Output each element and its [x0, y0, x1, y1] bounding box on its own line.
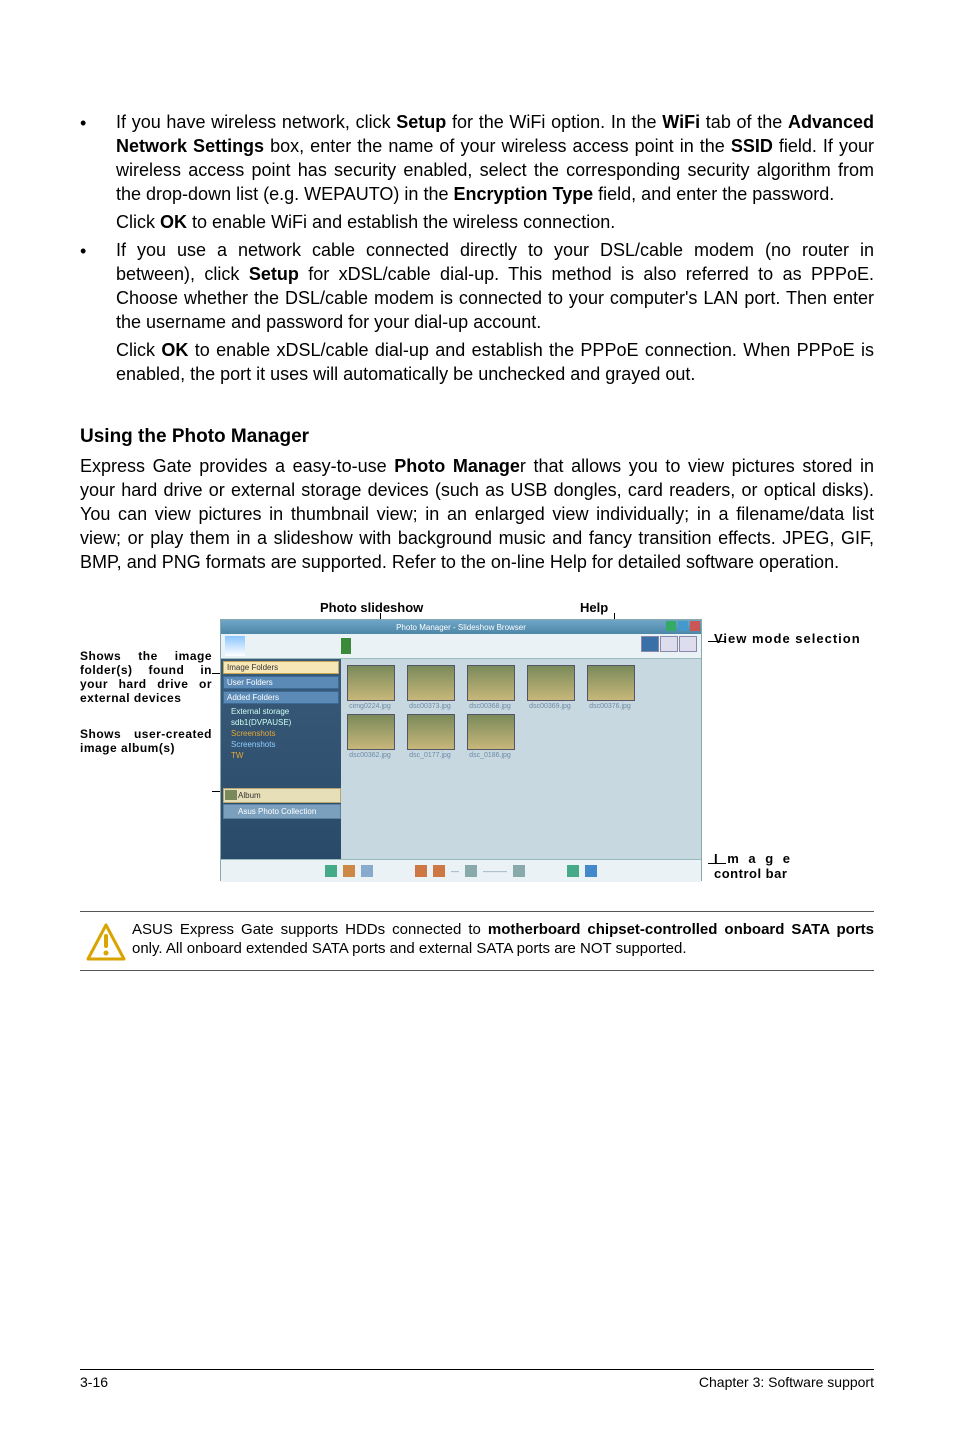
thumbnail-image [407, 665, 455, 701]
album-thumb-icon [225, 790, 237, 800]
album-item[interactable]: Asus Photo Collection [223, 804, 341, 819]
bullet-dot: • [80, 110, 116, 234]
label-photo-slideshow: Photo slideshow [320, 600, 580, 615]
slider[interactable]: ——— [483, 867, 507, 876]
thumbnail[interactable]: cimg0224.jpg [347, 665, 393, 710]
thumbnail[interactable]: dsc00369.jpg [527, 665, 573, 710]
photo-manager-window: Photo Manager - Slideshow Browser [220, 619, 702, 881]
window-controls[interactable] [665, 620, 701, 632]
thumbnail-image [587, 665, 635, 701]
sidebar: Image Folders User Folders Added Folders… [221, 659, 341, 859]
thumbnail-image [347, 665, 395, 701]
warning-icon [80, 920, 132, 962]
tool-icon[interactable] [361, 865, 373, 877]
label-help: Help [580, 600, 760, 615]
sidebar-header-user-folders[interactable]: User Folders [223, 676, 339, 689]
thumbnail-image [467, 665, 515, 701]
sidebar-header-added-folders[interactable]: Added Folders [223, 691, 339, 704]
maximize-icon[interactable] [678, 621, 688, 631]
thumbnail-caption: dsc00362.jpg [347, 752, 393, 759]
sidebar-item-external[interactable]: External storage [223, 706, 339, 717]
bullet-2-main: If you use a network cable connected dir… [116, 240, 874, 332]
zoom-in-icon[interactable] [513, 865, 525, 877]
thumbnail-caption: dsc00373.jpg [407, 703, 453, 710]
next-icon[interactable] [585, 865, 597, 877]
album-label: Asus Photo Collection [238, 807, 316, 816]
section-title: Using the Photo Manager [80, 426, 874, 448]
rotate-left-icon[interactable] [415, 865, 427, 877]
album-label: Album [238, 791, 261, 800]
tool-icon[interactable] [343, 865, 355, 877]
thumb-row: dsc00362.jpg dsc_0177.jpg dsc_0186.jpg [347, 714, 695, 759]
thumbnail-image [527, 665, 575, 701]
thumbnail-grid: cimg0224.jpg dsc00373.jpg dsc00368.jpg dsc0… [341, 659, 701, 859]
rotate-right-icon[interactable] [433, 865, 445, 877]
prev-icon[interactable] [567, 865, 579, 877]
view-detail-icon[interactable] [679, 636, 697, 652]
sidebar-item-screenshots2[interactable]: Screenshots [223, 739, 339, 750]
window-title: Photo Manager - Slideshow Browser [396, 623, 526, 632]
bullet-1-sub: Click OK to enable WiFi and establish th… [116, 210, 874, 234]
thumbnail-caption: dsc_0177.jpg [407, 752, 453, 759]
thumbnail-image [467, 714, 515, 750]
tool-icon[interactable] [325, 865, 337, 877]
zoom-out-icon[interactable] [465, 865, 477, 877]
label-image-control: I m a g e control bar [714, 851, 793, 881]
label-image-folders: Shows the image folder(s) found in your … [80, 649, 212, 705]
thumbnail-image [407, 714, 455, 750]
bullet-1-main: If you have wireless network, click Setu… [116, 112, 874, 204]
thumbnail-caption: dsc00376.jpg [587, 703, 633, 710]
image-control-bar[interactable]: — ——— [221, 859, 701, 882]
page-number: 3-16 [80, 1374, 108, 1390]
album-list: Album Asus Photo Collection [223, 788, 341, 820]
thumbnail[interactable]: dsc00376.jpg [587, 665, 633, 710]
slideshow-icon[interactable] [341, 638, 351, 654]
thumbnail[interactable]: dsc00373.jpg [407, 665, 453, 710]
note-box: ASUS Express Gate supports HDDs connecte… [80, 911, 874, 971]
thumbnail[interactable]: dsc_0186.jpg [467, 714, 513, 759]
thumbnail-caption: dsc00369.jpg [527, 703, 573, 710]
thumbnail-caption: dsc00368.jpg [467, 703, 513, 710]
sidebar-item-screenshots[interactable]: Screenshots [223, 728, 339, 739]
view-list-icon[interactable] [660, 636, 678, 652]
thumbnail[interactable]: dsc00362.jpg [347, 714, 393, 759]
thumb-row: cimg0224.jpg dsc00373.jpg dsc00368.jpg dsc0… [347, 665, 695, 710]
thumbnail-caption: cimg0224.jpg [347, 703, 393, 710]
album-item[interactable]: Album [223, 788, 341, 803]
close-icon[interactable] [690, 621, 700, 631]
window-titlebar: Photo Manager - Slideshow Browser [221, 620, 701, 634]
thumbnail[interactable]: dsc_0177.jpg [407, 714, 453, 759]
bullet-2-sub: Click OK to enable xDSL/cable dial-up an… [116, 338, 874, 386]
minimize-icon[interactable] [666, 621, 676, 631]
thumbnail-image [347, 714, 395, 750]
label-image-albums: Shows user-created image album(s) [80, 727, 212, 755]
figure: Photo slideshow Help Shows the image fol… [80, 600, 874, 881]
sidebar-item-sdb1[interactable]: sdb1(DVPAUSE) [223, 717, 339, 728]
bullet-list: • If you have wireless network, click Se… [80, 110, 874, 386]
bullet-dot: • [80, 238, 116, 386]
note-text: ASUS Express Gate supports HDDs connecte… [132, 920, 874, 958]
chapter-label: Chapter 3: Software support [699, 1374, 874, 1390]
label-view-mode: View mode selection [714, 631, 861, 646]
app-logo-icon [225, 636, 245, 656]
section-body: Express Gate provides a easy-to-use Phot… [80, 454, 874, 574]
view-thumb-icon[interactable] [641, 636, 659, 652]
sidebar-item-tw[interactable]: TW [223, 750, 339, 761]
view-mode-switch[interactable] [641, 636, 697, 652]
sidebar-header-image-folders[interactable]: Image Folders [223, 661, 339, 674]
zoom-value: — [451, 867, 459, 876]
page-footer: 3-16 Chapter 3: Software support [80, 1369, 874, 1390]
toolbar [221, 634, 701, 659]
thumbnail[interactable]: dsc00368.jpg [467, 665, 513, 710]
thumbnail-caption: dsc_0186.jpg [467, 752, 513, 759]
